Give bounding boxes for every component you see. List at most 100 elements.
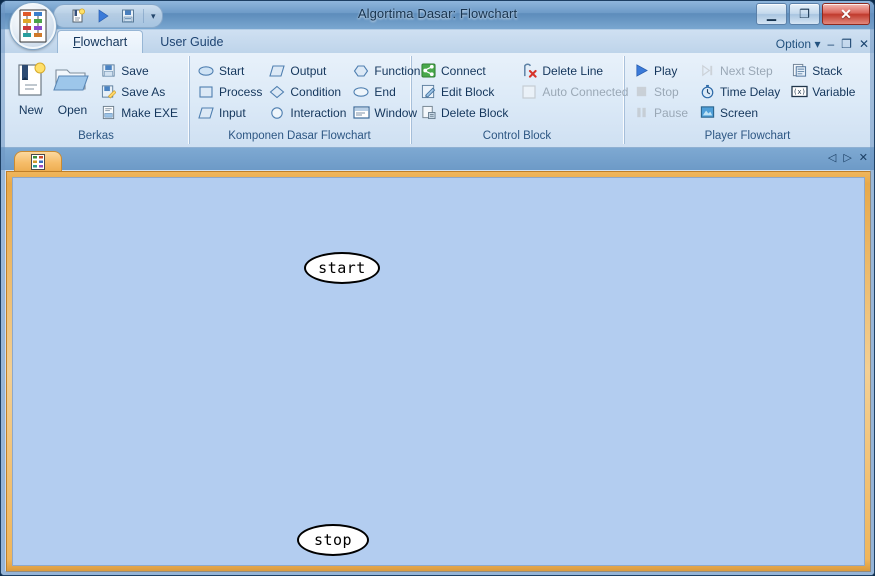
tab-prev-button[interactable]: ◁ (828, 151, 836, 164)
time-delay-button[interactable]: Time Delay (696, 81, 784, 102)
save-icon (99, 62, 117, 79)
close-button[interactable]: ✕ (822, 3, 870, 25)
interaction-shape-button[interactable]: Interaction (266, 102, 350, 123)
condition-shape-button[interactable]: Condition (266, 81, 350, 102)
tab-flowchart-label: lowchart (80, 35, 128, 49)
delete-line-button[interactable]: Delete Line (518, 60, 632, 81)
svg-text:(x): (x) (793, 88, 806, 96)
checkbox-unchecked-icon (520, 83, 538, 100)
chevron-down-icon: ▾ (814, 37, 821, 51)
qat-customize-icon[interactable]: ▾ (149, 11, 158, 22)
delete-block-icon (419, 104, 437, 121)
variable-button[interactable]: (x) Variable (788, 81, 859, 102)
parallelogram-shape-icon (197, 104, 215, 121)
new-button-label: New (18, 103, 43, 117)
group-title-komponen: Komponen Dasar Flowchart (228, 130, 371, 142)
flowchart-app-icon (19, 9, 47, 43)
new-button[interactable]: New (10, 60, 52, 117)
play-icon (98, 9, 109, 23)
play-button[interactable]: Play (630, 60, 692, 81)
qat-save-button[interactable] (118, 7, 138, 26)
stop-icon (632, 83, 650, 100)
tab-flowchart[interactable]: Flowchart (57, 30, 144, 53)
circle-shape-icon (268, 104, 286, 121)
input-shape-label: Input (219, 105, 246, 120)
ribbon-close-button[interactable]: ✕ (859, 37, 869, 51)
auto-connected-checkbox[interactable]: Auto Connected (518, 81, 632, 102)
flowchart-canvas[interactable]: start stop (12, 177, 865, 566)
screen-button[interactable]: Screen (696, 102, 784, 123)
minimize-icon: ▁ (766, 7, 777, 21)
parallelogram-shape-icon (268, 62, 286, 79)
open-button[interactable]: Open (52, 60, 94, 117)
ribbon-group-control-block: Connect Edit Block Delete Block Delete L… (411, 56, 628, 144)
edit-block-icon (419, 83, 437, 100)
delete-line-button-label: Delete Line (542, 63, 604, 78)
stack-button-label: Stack (812, 63, 843, 78)
option-menu-button[interactable]: Option ▾ (776, 37, 821, 51)
pause-button[interactable]: Pause (630, 102, 692, 123)
make-exe-icon (99, 104, 117, 121)
flowchart-doc-icon (31, 153, 45, 170)
tab-close-button[interactable]: ✕ (859, 151, 868, 164)
start-shape-button[interactable]: Start (195, 60, 266, 81)
group-title-player-flowchart: Player Flowchart (704, 130, 791, 142)
application-menu-button[interactable] (10, 3, 56, 49)
ribbon-group-berkas: New Open Save Save As Make EXE Berkas (4, 56, 189, 144)
auto-connected-label: Auto Connected (542, 84, 629, 99)
stop-button[interactable]: Stop (630, 81, 692, 102)
play-button-label: Play (654, 63, 678, 78)
save-button[interactable]: Save (97, 60, 182, 81)
output-shape-label: Output (290, 63, 327, 78)
tab-user-guide[interactable]: User Guide (145, 32, 238, 53)
delete-block-button[interactable]: Delete Block (417, 102, 512, 123)
make-exe-button-label: Make EXE (121, 105, 178, 120)
ribbon-minimize-button[interactable]: – (827, 37, 834, 51)
condition-shape-label: Condition (290, 84, 342, 99)
screen-button-label: Screen (720, 105, 759, 120)
next-step-button-label: Next Step (720, 63, 773, 78)
window-shape-icon (352, 104, 370, 121)
close-icon: ✕ (840, 6, 852, 22)
ribbon-option-area: Option ▾ – ❐ ✕ (776, 37, 869, 51)
qat-separator (143, 9, 144, 23)
delete-line-icon (520, 62, 538, 79)
next-step-icon (698, 62, 716, 79)
tab-next-button[interactable]: ▷ (843, 151, 851, 164)
canvas-frame: start stop (6, 171, 871, 572)
connect-button[interactable]: Connect (417, 60, 512, 81)
variable-icon: (x) (790, 83, 808, 100)
variable-button-label: Variable (812, 84, 856, 99)
input-shape-button[interactable]: Input (195, 102, 266, 123)
delete-block-button-label: Delete Block (441, 105, 509, 120)
time-delay-button-label: Time Delay (720, 84, 781, 99)
ribbon-restore-button[interactable]: ❐ (841, 37, 852, 51)
new-file-icon (18, 62, 46, 96)
option-label: Option (775, 37, 812, 51)
save-as-button[interactable]: Save As (97, 81, 182, 102)
start-node[interactable]: start (304, 252, 380, 284)
stack-button[interactable]: Stack (788, 60, 859, 81)
minimize-button[interactable]: ▁ (756, 3, 787, 25)
stop-node[interactable]: stop (297, 524, 369, 556)
diamond-shape-icon (268, 83, 286, 100)
connect-button-label: Connect (441, 63, 486, 78)
open-folder-icon (53, 69, 90, 91)
next-step-button[interactable]: Next Step (696, 60, 784, 81)
maximize-button[interactable]: ❐ (789, 3, 820, 25)
process-shape-button[interactable]: Process (195, 81, 266, 102)
save-button-label: Save (121, 63, 149, 78)
window-controls: ▁ ❐ ✕ (756, 3, 870, 25)
new-document-icon (72, 8, 85, 23)
qat-new-button[interactable] (68, 7, 88, 26)
make-exe-button[interactable]: Make EXE (97, 102, 182, 123)
title-bar: ▾ Algortima Dasar: Flowchart ▁ ❐ ✕ (1, 1, 874, 49)
output-shape-button[interactable]: Output (266, 60, 350, 81)
edit-block-button[interactable]: Edit Block (417, 81, 512, 102)
flowchart-document-tab[interactable] (14, 151, 62, 171)
interaction-shape-label: Interaction (290, 105, 347, 120)
qat-play-button[interactable] (93, 7, 113, 26)
application-window: ▾ Algortima Dasar: Flowchart ▁ ❐ ✕ Flowc… (0, 0, 875, 576)
ribbon-group-komponen-dasar-flowchart: Start Process Input Output Condition Int… (189, 56, 420, 144)
save-icon (122, 9, 134, 23)
